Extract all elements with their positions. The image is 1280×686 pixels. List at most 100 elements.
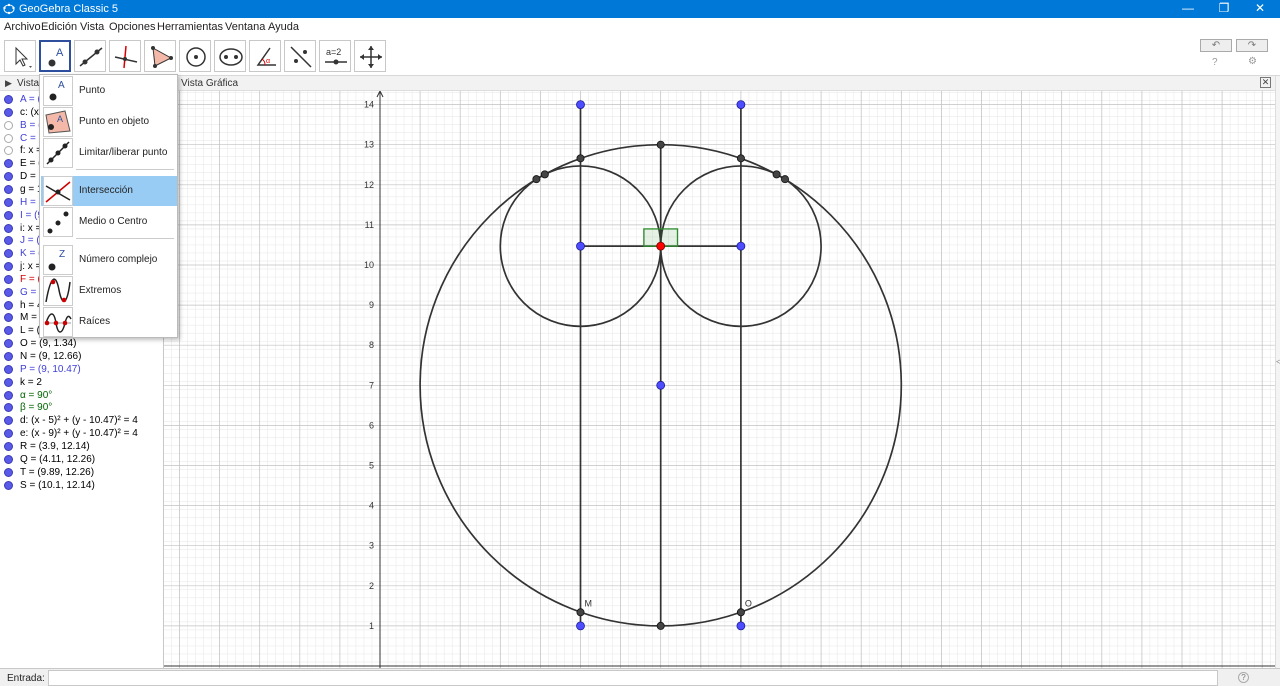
visibility-toggle-icon[interactable] bbox=[4, 339, 13, 349]
visibility-toggle-icon[interactable] bbox=[4, 262, 13, 272]
graphics-canvas[interactable]: -5-4-3-2-1123456789101112131415161718192… bbox=[164, 91, 1275, 668]
point-free[interactable] bbox=[576, 241, 585, 251]
side-panel-toggle[interactable]: ◁ bbox=[1275, 76, 1280, 668]
dropdown-item-intersect[interactable]: Intersección bbox=[41, 176, 177, 206]
point-dependent[interactable] bbox=[576, 154, 585, 163]
dropdown-item-roots[interactable]: Raíces bbox=[41, 307, 177, 337]
algebra-item-text[interactable]: R = (3.9, 12.14) bbox=[20, 440, 90, 453]
point-dependent[interactable] bbox=[576, 608, 585, 617]
tool-move-view[interactable] bbox=[354, 40, 386, 72]
tool-conic[interactable] bbox=[214, 40, 246, 72]
expand-left-icon[interactable]: ◁ bbox=[1276, 356, 1280, 367]
undo-button[interactable]: ↶ bbox=[1200, 39, 1232, 52]
algebra-item[interactable]: Q = (4.11, 12.26) bbox=[0, 453, 163, 466]
menu-ayuda[interactable]: Ayuda bbox=[268, 21, 299, 33]
visibility-toggle-icon[interactable] bbox=[4, 95, 13, 104]
tool-angle[interactable]: α bbox=[249, 40, 281, 72]
menu-archivo[interactable]: Archivo bbox=[4, 21, 41, 33]
visibility-toggle-icon[interactable] bbox=[4, 467, 13, 477]
close-view-icon[interactable]: ✕ bbox=[1260, 77, 1271, 88]
point-intersection[interactable] bbox=[656, 241, 666, 251]
visibility-toggle-icon[interactable] bbox=[4, 377, 13, 387]
visibility-toggle-icon[interactable] bbox=[4, 236, 13, 246]
algebra-item[interactable]: e: (x - 9)² + (y - 10.47)² = 4 bbox=[0, 427, 163, 440]
dropdown-item-extremum[interactable]: Extremos bbox=[41, 276, 177, 306]
dropdown-item-point-on-object[interactable]: A Punto en objeto bbox=[41, 107, 177, 137]
algebra-item-text[interactable]: T = (9.89, 12.26) bbox=[20, 466, 94, 479]
algebra-item-text[interactable]: Q = (4.11, 12.26) bbox=[20, 453, 95, 466]
algebra-item[interactable]: k = 2 bbox=[0, 376, 163, 389]
visibility-toggle-icon[interactable] bbox=[4, 313, 13, 323]
visibility-toggle-icon[interactable] bbox=[4, 120, 13, 130]
algebra-item-text[interactable]: α = 90° bbox=[20, 389, 52, 402]
visibility-toggle-icon[interactable] bbox=[4, 403, 13, 413]
algebra-item[interactable]: T = (9.89, 12.26) bbox=[0, 466, 163, 479]
point-dependent[interactable] bbox=[656, 140, 665, 149]
visibility-toggle-icon[interactable] bbox=[4, 352, 13, 361]
algebra-item-text[interactable]: β = 90° bbox=[20, 401, 52, 414]
close-window-button[interactable]: ✕ bbox=[1243, 0, 1277, 18]
visibility-toggle-icon[interactable] bbox=[4, 480, 13, 490]
algebra-item[interactable]: P = (9, 10.47) bbox=[0, 363, 163, 376]
visibility-toggle-icon[interactable] bbox=[4, 441, 13, 451]
tool-reflect[interactable] bbox=[284, 40, 316, 72]
algebra-item[interactable]: β = 90° bbox=[0, 401, 163, 414]
visibility-toggle-icon[interactable] bbox=[4, 172, 13, 182]
tool-circle[interactable] bbox=[179, 40, 211, 72]
visibility-toggle-icon[interactable] bbox=[4, 133, 13, 143]
algebra-item[interactable]: O = (9, 1.34) bbox=[0, 337, 163, 350]
tool-line[interactable] bbox=[74, 40, 106, 72]
visibility-toggle-icon[interactable] bbox=[4, 159, 13, 169]
tool-polygon[interactable] bbox=[144, 40, 176, 72]
visibility-toggle-icon[interactable] bbox=[4, 326, 13, 336]
visibility-toggle-icon[interactable] bbox=[4, 184, 13, 194]
tool-slider[interactable]: a=2 bbox=[319, 40, 351, 72]
minimize-button[interactable]: — bbox=[1171, 0, 1205, 18]
menu-ventana[interactable]: Ventana bbox=[225, 21, 265, 33]
algebra-item-text[interactable]: k = 2 bbox=[20, 376, 42, 389]
visibility-toggle-icon[interactable] bbox=[4, 300, 13, 310]
algebra-item[interactable]: d: (x - 5)² + (y - 10.47)² = 4 bbox=[0, 414, 163, 427]
menu-opciones[interactable]: Opciones bbox=[109, 21, 155, 33]
help-icon[interactable]: ? bbox=[1212, 57, 1218, 68]
dropdown-item-point[interactable]: A Punto bbox=[41, 76, 177, 106]
visibility-toggle-icon[interactable] bbox=[4, 416, 13, 426]
point-free[interactable] bbox=[736, 621, 746, 631]
point-dependent[interactable] bbox=[736, 608, 745, 617]
point-free[interactable] bbox=[656, 380, 666, 390]
menu-vista[interactable]: Vista bbox=[80, 21, 104, 33]
visibility-toggle-icon[interactable] bbox=[4, 197, 13, 207]
algebra-item-text[interactable]: d: (x - 5)² + (y - 10.47)² = 4 bbox=[20, 414, 138, 427]
redo-button[interactable]: ↷ bbox=[1236, 39, 1268, 52]
visibility-toggle-icon[interactable] bbox=[4, 274, 13, 284]
input-field[interactable] bbox=[48, 670, 1218, 686]
maximize-button[interactable]: ❐ bbox=[1207, 0, 1241, 18]
algebra-item-text[interactable]: S = (10.1, 12.14) bbox=[20, 479, 95, 492]
graphics-view[interactable]: Vista Gráfica ✕ -5-4-3-2-112345678910111… bbox=[164, 76, 1275, 668]
algebra-item-text[interactable]: e: (x - 9)² + (y - 10.47)² = 4 bbox=[20, 427, 138, 440]
algebra-item[interactable]: S = (10.1, 12.14) bbox=[0, 479, 163, 492]
point-free[interactable] bbox=[576, 100, 585, 110]
point-dependent[interactable] bbox=[736, 154, 745, 163]
visibility-toggle-icon[interactable] bbox=[4, 210, 13, 220]
point-dependent[interactable] bbox=[772, 170, 781, 179]
visibility-toggle-icon[interactable] bbox=[4, 287, 13, 297]
algebra-item-text[interactable]: O = (9, 1.34) bbox=[20, 337, 76, 350]
input-help-icon[interactable]: ? bbox=[1238, 672, 1249, 683]
tool-perpendicular[interactable] bbox=[109, 40, 141, 72]
visibility-toggle-icon[interactable] bbox=[4, 390, 13, 400]
algebra-item-text[interactable]: N = (9, 12.66) bbox=[20, 350, 81, 363]
collapse-triangle-icon[interactable]: ▶ bbox=[5, 78, 12, 89]
settings-gear-icon[interactable]: ⚙ bbox=[1248, 56, 1257, 67]
visibility-toggle-icon[interactable] bbox=[4, 249, 13, 259]
visibility-toggle-icon[interactable] bbox=[4, 454, 13, 464]
visibility-toggle-icon[interactable] bbox=[4, 223, 13, 233]
menu-herramientas[interactable]: Herramientas bbox=[157, 21, 223, 33]
point-dependent[interactable] bbox=[656, 621, 665, 630]
algebra-item-text[interactable]: P = (9, 10.47) bbox=[20, 363, 81, 376]
tool-point[interactable]: A bbox=[39, 40, 71, 72]
tool-move[interactable] bbox=[4, 40, 36, 72]
menu-edicion[interactable]: Edición bbox=[41, 21, 77, 33]
algebra-item[interactable]: R = (3.9, 12.14) bbox=[0, 440, 163, 453]
algebra-item[interactable]: α = 90° bbox=[0, 389, 163, 402]
